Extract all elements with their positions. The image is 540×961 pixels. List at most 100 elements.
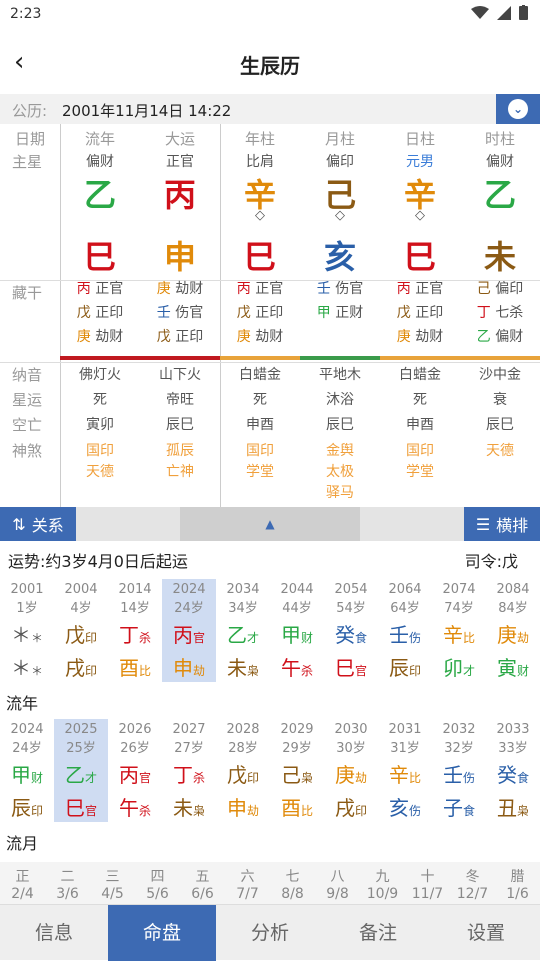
tab-0[interactable]: 信息 (0, 905, 108, 961)
stem-char: 癸 (334, 623, 355, 647)
branch-god: 官 (84, 804, 97, 818)
horizontal-layout-button[interactable]: ☰ 横排 (464, 507, 540, 541)
month-name: 七 (285, 869, 300, 885)
kongwang-value: 申酉 (406, 417, 434, 433)
fortune-cell[interactable]: 2025 25岁 乙才 巳官 (54, 719, 108, 822)
month-cell[interactable]: 三 4/5 (90, 866, 135, 902)
month-cell[interactable]: 七 8/8 (270, 866, 315, 902)
canggan-item: 戊 正印 (220, 302, 300, 322)
fortune-branch: 辰印 (378, 652, 432, 681)
fortune-cell[interactable]: 2033 33岁 癸食 丑枭 (486, 719, 540, 822)
canggan-god: 正财 (330, 305, 364, 321)
tab-3[interactable]: 备注 (324, 905, 432, 961)
column-header: 日柱 (404, 130, 435, 148)
tab-4[interactable]: 设置 (432, 905, 540, 961)
fortune-year: 2033 (496, 722, 530, 737)
fortune-cell[interactable]: 2030 30岁 庚劫 戌印 (324, 719, 378, 822)
stem-god: ＊ (30, 631, 43, 645)
relations-button[interactable]: ⇅ 关系 (0, 507, 76, 541)
fortune-cell[interactable]: 2031 31岁 辛比 亥伤 (378, 719, 432, 822)
fortune-cell[interactable]: 2024 24岁 甲财 辰印 (0, 719, 54, 822)
nayin-value: 白蜡金 (239, 367, 281, 383)
canggan-stem: 甲 (316, 305, 331, 321)
pillar-color-bar (380, 356, 460, 360)
date-label: 公历: (12, 102, 48, 120)
fortune-age: 29岁 (282, 741, 312, 756)
tab-2[interactable]: 分析 (216, 905, 324, 961)
fortune-age: 28岁 (228, 741, 258, 756)
month-name: 十 (420, 869, 435, 885)
fortune-stem: 癸食 (486, 759, 540, 788)
liunian-label: 流年 (6, 694, 39, 713)
branch-god: 枭 (516, 804, 529, 818)
fortune-cell[interactable]: 2084 84岁 庚劫 寅财 (486, 579, 540, 682)
month-cell[interactable]: 四 5/6 (135, 866, 180, 902)
canggan-god: 劫财 (90, 329, 124, 345)
row-label: 藏干 (12, 284, 43, 302)
canggan-stem: 庚 (76, 329, 91, 345)
liuyue-label: 流月 (6, 834, 39, 853)
date-dropdown-button[interactable]: ⌄ (496, 94, 540, 124)
fortune-cell[interactable]: 2032 32岁 壬伤 子食 (432, 719, 486, 822)
fortune-cell[interactable]: 2004 4岁 戊印 戌印 (54, 579, 108, 682)
branch-char: 辰 (10, 796, 31, 820)
month-cell[interactable]: 十 11/7 (405, 866, 450, 902)
stem-char: 己 (280, 763, 301, 787)
canggan-god: 正官 (410, 281, 444, 297)
stem-god: 印 (84, 631, 97, 645)
canggan-stem: 乙 (476, 329, 491, 345)
shensha-value: 天德 (86, 464, 114, 480)
fortune-cell[interactable]: 2027 27岁 丁杀 未枭 (162, 719, 216, 822)
month-cell[interactable]: 腊 1/6 (495, 866, 540, 902)
fortune-cell[interactable]: 2029 29岁 己枭 酉比 (270, 719, 324, 822)
branch-god: 伤 (408, 804, 421, 818)
fortune-cell[interactable]: 2054 54岁 癸食 巳官 (324, 579, 378, 682)
fortune-cell[interactable]: 2064 64岁 壬伤 辰印 (378, 579, 432, 682)
canggan-stem: 丙 (236, 281, 251, 297)
shensha-value: 学堂 (246, 464, 274, 480)
fortune-cell[interactable]: 2044 44岁 甲财 午杀 (270, 579, 324, 682)
fortune-cell[interactable]: 2074 74岁 辛比 卯才 (432, 579, 486, 682)
row-divider (0, 362, 540, 363)
fortune-age: 4岁 (70, 601, 92, 616)
fortune-year: 2024 (172, 582, 206, 597)
month-cell[interactable]: 八 9/8 (315, 866, 360, 902)
canggan-item: 壬 伤官 (300, 278, 380, 298)
canggan-item: 丙 正官 (60, 278, 140, 298)
month-name: 冬 (465, 869, 480, 885)
month-cell[interactable]: 正 2/4 (0, 866, 45, 902)
nayin-value: 白蜡金 (399, 367, 441, 383)
month-date: 12/7 (456, 886, 489, 902)
dizhi: 巳 (243, 238, 276, 276)
stem-char: 丁 (118, 623, 139, 647)
branch-char: 巳 (64, 796, 85, 820)
month-date: 11/7 (411, 886, 444, 902)
fortune-cell[interactable]: 2028 28岁 戊印 申劫 (216, 719, 270, 822)
tab-1[interactable]: 命盘 (108, 905, 216, 961)
fortune-cell[interactable]: 2024 24岁 丙官 申劫 (162, 579, 216, 682)
fortune-year: 2024 (10, 722, 44, 737)
date-value[interactable]: 2001年11月14日 14:22 (62, 100, 231, 121)
canggan-item: 戊 正印 (140, 326, 220, 346)
month-cell[interactable]: 九 10/9 (360, 866, 405, 902)
fortune-stem: 戊印 (216, 759, 270, 788)
collapse-handle[interactable]: ▲ (180, 507, 360, 541)
fortune-cell[interactable]: 2034 34岁 乙才 未枭 (216, 579, 270, 682)
fortune-cell[interactable]: 2014 14岁 丁杀 酉比 (108, 579, 162, 682)
month-cell[interactable]: 二 3/6 (45, 866, 90, 902)
fortune-age: 30岁 (336, 741, 366, 756)
zhuxing-value: 偏财 (86, 154, 114, 170)
fortune-cell[interactable]: 2026 26岁 丙官 午杀 (108, 719, 162, 822)
stem-god: 伤 (408, 631, 421, 645)
month-cell[interactable]: 五 6/6 (180, 866, 225, 902)
month-cell[interactable]: 冬 12/7 (450, 866, 495, 902)
stem-god: 才 (246, 631, 259, 645)
fortune-stem: 辛比 (432, 619, 486, 648)
month-cell[interactable]: 六 7/7 (225, 866, 270, 902)
kongwang-value: 寅卯 (86, 417, 114, 433)
diamond-icon: ◇ (335, 208, 345, 223)
fortune-cell[interactable]: 2001 1岁 ＊＊ ＊＊ (0, 579, 54, 682)
month-date: 10/9 (366, 886, 399, 902)
canggan-god: 劫财 (410, 329, 444, 345)
shensha-value: 太极 (326, 464, 354, 480)
